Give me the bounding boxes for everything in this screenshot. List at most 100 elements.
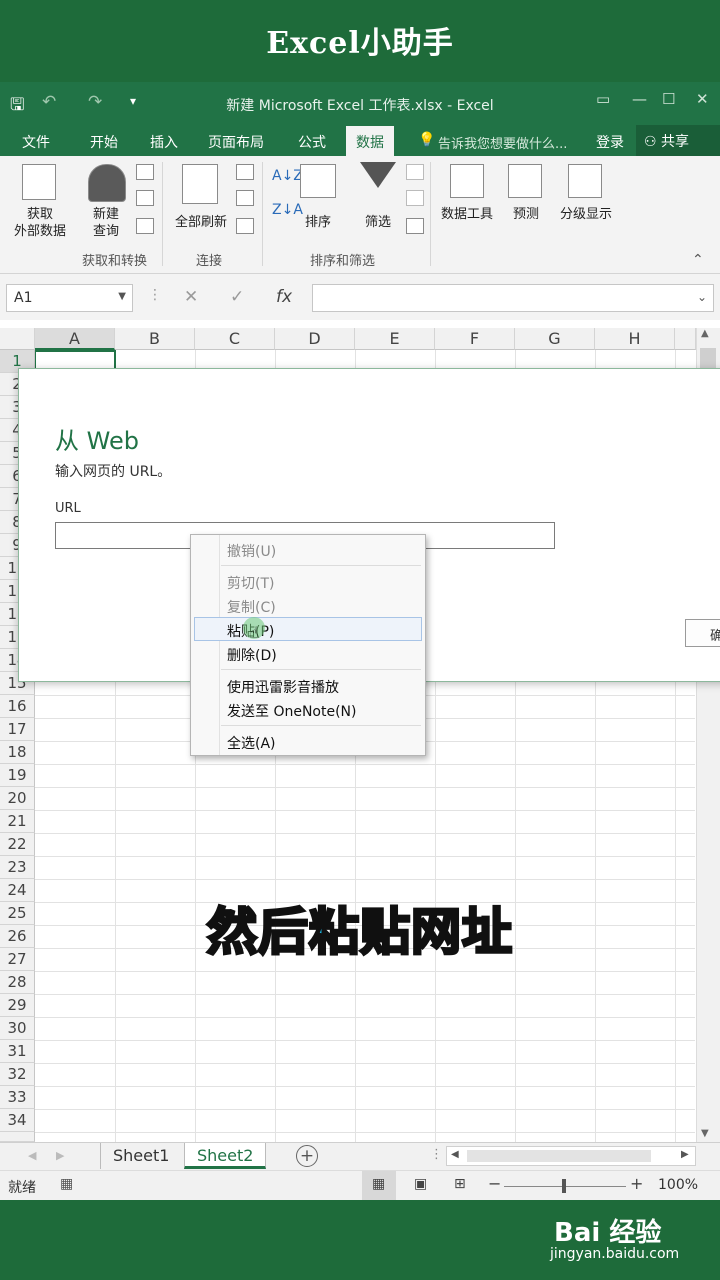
row-header[interactable]: 21 xyxy=(0,810,35,833)
menu-item-copy[interactable]: 复制(C) xyxy=(227,597,276,617)
macro-record-icon[interactable]: ▦ xyxy=(60,1176,73,1192)
reapply-icon[interactable] xyxy=(406,190,424,206)
row-header[interactable]: 33 xyxy=(0,1086,35,1109)
from-table-icon[interactable] xyxy=(136,190,154,206)
scroll-left-icon[interactable]: ◀ xyxy=(28,1149,36,1162)
row-header[interactable]: 26 xyxy=(0,925,35,948)
row-header[interactable]: 19 xyxy=(0,764,35,787)
share-button[interactable]: ⚇ 共享 xyxy=(636,125,720,156)
row-header[interactable]: 32 xyxy=(0,1063,35,1086)
column-header[interactable] xyxy=(675,328,696,350)
scroll-up-icon[interactable]: ▲ xyxy=(701,328,709,339)
zoom-slider-thumb[interactable] xyxy=(562,1179,566,1193)
column-header[interactable]: B xyxy=(115,328,195,350)
row-header[interactable]: 30 xyxy=(0,1017,35,1040)
row-header[interactable]: 31 xyxy=(0,1040,35,1063)
hscroll-right-icon[interactable]: ▶ xyxy=(681,1149,689,1160)
menu-item-send-to-onenote[interactable]: 发送至 OneNote(N) xyxy=(227,701,357,721)
menu-item-undo[interactable]: 撤销(U) xyxy=(227,541,276,561)
row-header[interactable]: 34 xyxy=(0,1109,35,1132)
scroll-right-icon[interactable]: ▶ xyxy=(56,1149,64,1162)
edit-links-icon[interactable] xyxy=(236,218,254,234)
name-box[interactable]: A1 ▼ xyxy=(6,284,133,312)
tab-insert[interactable]: 插入 xyxy=(150,132,178,152)
column-header[interactable]: A xyxy=(35,328,115,350)
row-header[interactable]: 23 xyxy=(0,856,35,879)
tell-me-search[interactable]: 告诉我您想要做什么... xyxy=(438,133,567,152)
close-button[interactable]: ✕ xyxy=(696,90,709,108)
expand-formula-icon[interactable]: ⌄ xyxy=(697,290,707,304)
row-header[interactable]: 28 xyxy=(0,971,35,994)
row-header[interactable]: 29 xyxy=(0,994,35,1017)
advanced-filter-icon[interactable] xyxy=(406,218,424,234)
row-header[interactable]: 20 xyxy=(0,787,35,810)
outline-button[interactable]: 分级显示 xyxy=(552,206,620,223)
hscroll-left-icon[interactable]: ◀ xyxy=(451,1149,459,1160)
refresh-all-button[interactable]: 全部刷新 xyxy=(166,214,236,231)
external-data-icon xyxy=(22,164,56,200)
ok-button[interactable]: 确 xyxy=(685,619,720,647)
insert-function-icon[interactable]: fx xyxy=(276,287,292,307)
forecast-button[interactable]: 预测 xyxy=(504,206,548,223)
sheet-tab-sheet1[interactable]: Sheet1 xyxy=(100,1143,181,1169)
tab-split-handle[interactable]: ⋮ xyxy=(430,1147,443,1162)
tab-page-layout[interactable]: 页面布局 xyxy=(208,132,264,152)
recent-sources-icon[interactable] xyxy=(136,218,154,234)
data-tools-button[interactable]: 数据工具 xyxy=(434,206,500,223)
column-header[interactable]: D xyxy=(275,328,355,350)
menu-item-xunlei-player[interactable]: 使用迅雷影音播放 xyxy=(227,677,339,697)
tab-home[interactable]: 开始 xyxy=(90,132,118,152)
filter-button[interactable]: 筛选 xyxy=(356,214,400,231)
scroll-down-icon[interactable]: ▼ xyxy=(701,1128,709,1139)
select-all-corner[interactable] xyxy=(0,328,35,350)
ribbon-separator xyxy=(262,162,263,266)
row-header[interactable]: 24 xyxy=(0,879,35,902)
tab-file[interactable]: 文件 xyxy=(22,132,50,152)
menu-item-delete[interactable]: 删除(D) xyxy=(227,645,277,665)
collapse-ribbon-icon[interactable]: ⌃ xyxy=(692,252,704,268)
minimize-button[interactable]: — xyxy=(632,90,647,108)
page-break-view-icon[interactable]: ⊞ xyxy=(454,1176,466,1192)
tab-data[interactable]: 数据 xyxy=(346,126,394,156)
row-header[interactable] xyxy=(0,1132,35,1142)
menu-item-cut[interactable]: 剪切(T) xyxy=(227,573,274,593)
sort-button[interactable]: 排序 xyxy=(298,214,338,231)
menu-separator xyxy=(221,725,421,726)
maximize-button[interactable]: ☐ xyxy=(662,90,675,108)
grid-line xyxy=(35,810,695,811)
new-query-button[interactable]: 新建 查询 xyxy=(80,206,132,240)
row-header[interactable]: 17 xyxy=(0,718,35,741)
ribbon-display-options-icon[interactable]: ▭ xyxy=(596,90,610,108)
column-header[interactable]: C xyxy=(195,328,275,350)
show-queries-icon[interactable] xyxy=(136,164,154,180)
hscroll-thumb[interactable] xyxy=(467,1150,651,1162)
zoom-level[interactable]: 100% xyxy=(658,1177,698,1193)
row-header[interactable]: 18 xyxy=(0,741,35,764)
row-header[interactable]: 22 xyxy=(0,833,35,856)
menu-item-select-all[interactable]: 全选(A) xyxy=(227,733,276,753)
sign-in-link[interactable]: 登录 xyxy=(596,132,624,152)
zoom-in-icon[interactable]: + xyxy=(630,1174,643,1193)
get-external-data-button[interactable]: 获取 外部数据 xyxy=(2,206,78,240)
horizontal-scrollbar[interactable]: ◀ ▶ xyxy=(446,1146,696,1166)
column-header[interactable]: H xyxy=(595,328,675,350)
sort-ascending-icon[interactable]: A↓Z xyxy=(272,168,303,184)
enter-icon[interactable]: ✓ xyxy=(230,287,244,307)
row-header[interactable]: 27 xyxy=(0,948,35,971)
column-header[interactable]: F xyxy=(435,328,515,350)
column-header[interactable]: G xyxy=(515,328,595,350)
zoom-out-icon[interactable]: − xyxy=(488,1174,501,1193)
add-sheet-icon[interactable]: + xyxy=(296,1145,318,1167)
row-header[interactable]: 25 xyxy=(0,902,35,925)
chevron-down-icon[interactable]: ▼ xyxy=(118,291,126,302)
cancel-icon[interactable]: ✕ xyxy=(184,287,198,307)
column-header[interactable]: E xyxy=(355,328,435,350)
row-header[interactable]: 16 xyxy=(0,695,35,718)
page-layout-view-icon[interactable]: ▣ xyxy=(414,1176,427,1192)
formula-input[interactable]: ⌄ xyxy=(312,284,714,312)
clear-filter-icon[interactable] xyxy=(406,164,424,180)
sheet-tab-sheet2[interactable]: Sheet2 xyxy=(184,1143,267,1169)
connections-icon[interactable] xyxy=(236,164,254,180)
tab-formulas[interactable]: 公式 xyxy=(298,132,326,152)
properties-icon[interactable] xyxy=(236,190,254,206)
